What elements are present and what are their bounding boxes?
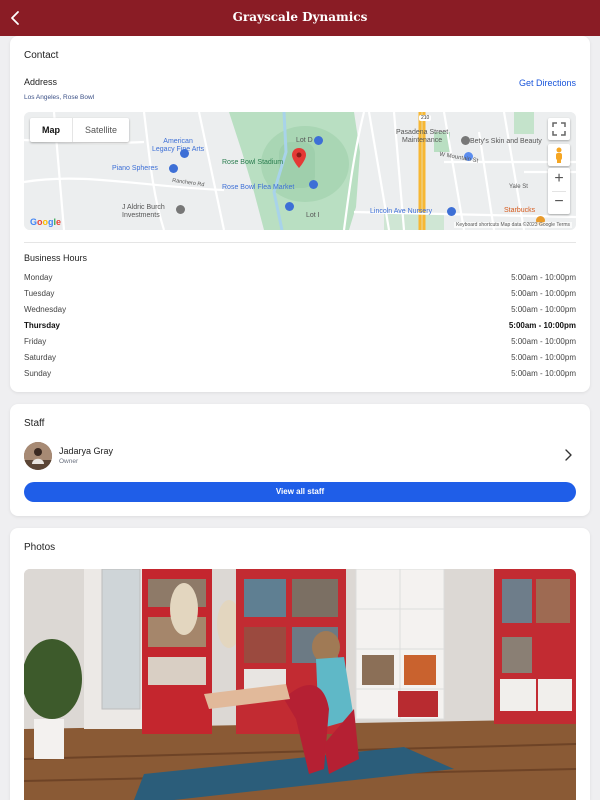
hours-time: 5:00am - 10:00pm (511, 337, 576, 346)
zoom-controls: + − (548, 168, 570, 214)
studio-photo[interactable] (24, 569, 576, 800)
google-logo: Google (30, 217, 62, 227)
hours-row-sunday: Sunday 5:00am - 10:00pm (24, 369, 576, 383)
page-title: Grayscale Dynamics (232, 10, 368, 24)
hours-day: Saturday (24, 353, 57, 362)
staff-member-row[interactable]: Jadarya Gray Owner (24, 440, 576, 472)
poi-starbucks[interactable]: Starbucks (504, 207, 535, 214)
fullscreen-icon (552, 122, 566, 136)
map-type-satellite[interactable]: Satellite (72, 118, 129, 142)
business-hours-title: Business Hours (24, 253, 88, 263)
address-value[interactable]: Los Angeles, Rose Bowl (24, 94, 94, 101)
street-view-icon (556, 147, 562, 163)
fullscreen-button[interactable] (548, 118, 570, 140)
hours-day: Thursday (24, 321, 61, 330)
parking-icon-2 (285, 202, 294, 211)
poi-shop-icon (309, 180, 318, 189)
photos-title: Photos (24, 542, 56, 553)
zoom-in-button[interactable]: + (548, 168, 570, 191)
street-view-button[interactable] (548, 144, 570, 166)
poi-bettys[interactable]: Bety's Skin and Beauty (470, 138, 542, 145)
parking-lot-d: Lot D (296, 137, 313, 144)
street-yale: Yale St (509, 184, 528, 190)
poi-rose-bowl-stadium[interactable]: Rose Bowl Stadium (222, 159, 283, 166)
poi-pasadena-street[interactable]: Pasadena Street Maintenance (396, 129, 448, 145)
hours-day: Wednesday (24, 305, 67, 314)
map-pin-icon[interactable] (292, 148, 306, 168)
hours-time: 5:00am - 10:00pm (511, 273, 576, 282)
poi-american-legacy[interactable]: American Legacy Fine Arts (152, 138, 204, 154)
map-view[interactable]: Map Satellite American Legacy Fine Arts … (24, 112, 576, 230)
poi-piano-spheres[interactable]: Piano Spheres (112, 165, 158, 172)
map-attribution[interactable]: Keyboard shortcuts Map data ©2023 Google… (454, 222, 572, 228)
poi-lincoln-nursery[interactable]: Lincoln Ave Nursery (370, 208, 432, 215)
staff-name: Jadarya Gray (59, 446, 114, 456)
hours-row-friday: Friday 5:00am - 10:00pm (24, 337, 576, 351)
map-type-toggle: Map Satellite (30, 118, 130, 142)
hours-time: 5:00am - 10:00pm (511, 353, 576, 362)
app-header: Grayscale Dynamics (0, 0, 600, 36)
section-divider (24, 242, 576, 243)
hours-time: 5:00am - 10:00pm (511, 369, 576, 378)
staff-role: Owner (59, 458, 79, 465)
address-label: Address (24, 77, 58, 87)
freeway-shield: 210 (419, 115, 432, 121)
photos-card: Photos (10, 528, 590, 800)
get-directions-link[interactable]: Get Directions (519, 78, 576, 88)
view-all-staff-button[interactable]: View all staff (24, 482, 576, 502)
parking-lot-i: Lot I (306, 212, 320, 219)
hours-time: 5:00am - 10:00pm (508, 321, 576, 330)
hours-day: Tuesday (24, 289, 55, 298)
parking-icon (314, 136, 323, 145)
poi-flea-market[interactable]: Rose Bowl Flea Market (222, 184, 294, 191)
poi-music-icon (169, 164, 178, 173)
hours-row-wednesday: Wednesday 5:00am - 10:00pm (24, 305, 576, 319)
hours-time: 5:00am - 10:00pm (511, 289, 576, 298)
poi-business-icon (176, 205, 185, 214)
zoom-out-button[interactable]: − (548, 191, 570, 214)
hours-row-thursday: Thursday 5:00am - 10:00pm (24, 321, 576, 335)
hours-time: 5:00am - 10:00pm (511, 305, 576, 314)
studio-photo-image (24, 569, 576, 800)
poi-burch[interactable]: J Aldric Burch Investments (122, 204, 165, 220)
avatar (24, 442, 52, 470)
contact-title: Contact (24, 50, 59, 61)
chevron-right-icon (565, 449, 572, 461)
poi-nursery-icon (447, 207, 456, 216)
staff-title: Staff (24, 418, 45, 429)
map-type-map[interactable]: Map (30, 118, 72, 142)
staff-card: Staff Jadarya Gray Owner View all staff (10, 404, 590, 516)
poi-maintenance-icon (461, 136, 470, 145)
hours-day: Sunday (24, 369, 52, 378)
hours-row-monday: Monday 5:00am - 10:00pm (24, 273, 576, 287)
hours-day: Friday (24, 337, 47, 346)
hours-row-saturday: Saturday 5:00am - 10:00pm (24, 353, 576, 367)
hours-row-tuesday: Tuesday 5:00am - 10:00pm (24, 289, 576, 303)
hours-day: Monday (24, 273, 53, 282)
poi-gallery-icon (180, 149, 189, 158)
contact-card: Contact Address Los Angeles, Rose Bowl G… (10, 36, 590, 392)
